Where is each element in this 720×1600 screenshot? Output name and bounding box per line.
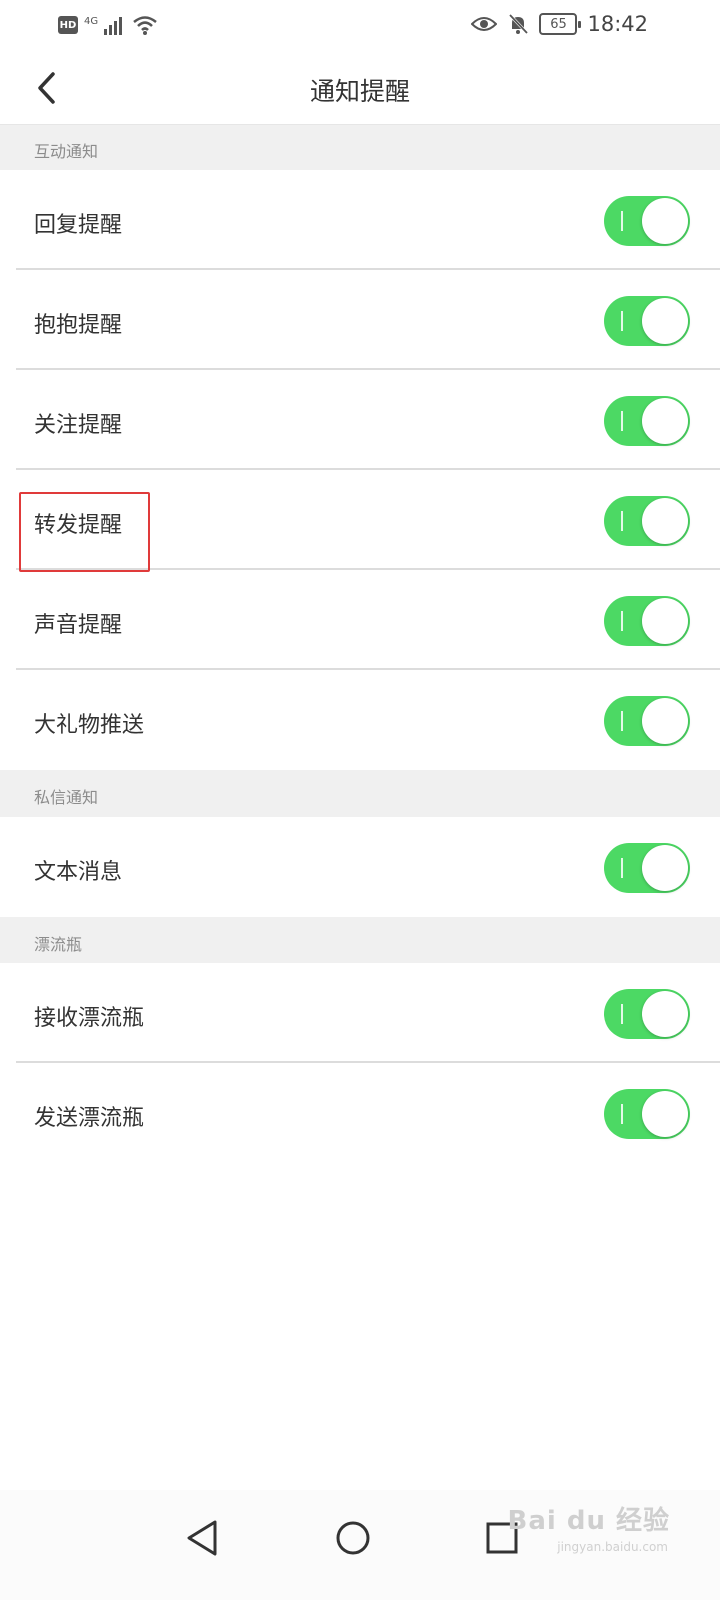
wifi-icon [133, 16, 157, 35]
toggle-knob [642, 298, 688, 344]
toggle-on-mark [621, 1104, 623, 1124]
battery-icon: 65 [539, 13, 582, 35]
circle-home-icon [336, 1521, 370, 1555]
toggle-knob [642, 845, 688, 891]
setting-row-sound: 声音提醒 [0, 570, 720, 670]
setting-row-receive-bottle: 接收漂流瓶 [0, 963, 720, 1063]
section-header-private-message: 私信通知 [0, 770, 720, 817]
nav-back-button[interactable] [172, 1508, 232, 1568]
setting-row-hug: 抱抱提醒 [0, 270, 720, 370]
toggle-knob [642, 398, 688, 444]
toggle-on-mark [621, 411, 623, 431]
toggle-knob [642, 1091, 688, 1137]
section-header-interaction: 互动通知 [0, 125, 720, 170]
toggle-on-mark [621, 611, 623, 631]
watermark-logo: Bai du 经验 [507, 1506, 670, 1536]
nav-home-button[interactable] [323, 1508, 383, 1568]
section-title: 互动通知 [34, 142, 99, 161]
watermark-url: jingyan.baidu.com [557, 1540, 668, 1554]
toggle-on-mark [621, 211, 623, 231]
bell-muted-icon [509, 13, 529, 35]
status-left: HD 4G [58, 14, 158, 36]
setting-row-big-gift: 大礼物推送 [0, 670, 720, 770]
toggle-knob [642, 198, 688, 244]
status-right: 65 18:42 [471, 12, 648, 36]
send-bottle-toggle[interactable] [604, 1089, 690, 1139]
page-title: 通知提醒 [309, 77, 410, 106]
setting-row-follow: 关注提醒 [0, 370, 720, 470]
eye-icon [471, 17, 498, 31]
setting-label: 声音提醒 [34, 613, 123, 638]
setting-row-send-bottle: 发送漂流瓶 [0, 1063, 720, 1163]
receive-bottle-toggle[interactable] [604, 989, 690, 1039]
text-message-toggle[interactable] [604, 843, 690, 893]
reply-toggle[interactable] [604, 196, 690, 246]
repost-toggle[interactable] [604, 496, 690, 546]
big-gift-toggle[interactable] [604, 696, 690, 746]
toggle-knob [642, 698, 688, 744]
follow-toggle[interactable] [604, 396, 690, 446]
setting-label: 接收漂流瓶 [34, 1006, 145, 1031]
toggle-knob [642, 498, 688, 544]
toggle-knob [642, 991, 688, 1037]
signal-icon [104, 17, 123, 35]
setting-label: 文本消息 [34, 860, 123, 885]
status-bar: HD 4G 65 18:42 [0, 0, 720, 52]
toggle-on-mark [621, 1004, 623, 1024]
sound-toggle[interactable] [604, 596, 690, 646]
toggle-on-mark [621, 858, 623, 878]
section-header-drift-bottle: 漂流瓶 [0, 917, 720, 963]
setting-row-reply: 回复提醒 [0, 170, 720, 270]
toggle-on-mark [621, 511, 623, 531]
setting-row-text-message: 文本消息 [0, 817, 720, 917]
hd-badge: HD [58, 16, 78, 34]
setting-label: 大礼物推送 [34, 713, 145, 738]
triangle-back-icon [187, 1520, 217, 1556]
toggle-knob [642, 598, 688, 644]
toggle-on-mark [621, 711, 623, 731]
app-header: 通知提醒 [0, 52, 720, 125]
setting-label: 回复提醒 [34, 213, 123, 238]
highlight-annotation [19, 492, 150, 572]
setting-label: 抱抱提醒 [34, 313, 123, 338]
toggle-on-mark [621, 311, 623, 331]
status-time: 18:42 [587, 12, 648, 36]
setting-label: 关注提醒 [34, 413, 123, 438]
section-title: 私信通知 [34, 788, 99, 807]
network-type: 4G [84, 15, 99, 27]
hug-toggle[interactable] [604, 296, 690, 346]
section-title: 漂流瓶 [34, 935, 83, 954]
setting-label: 发送漂流瓶 [34, 1106, 145, 1131]
